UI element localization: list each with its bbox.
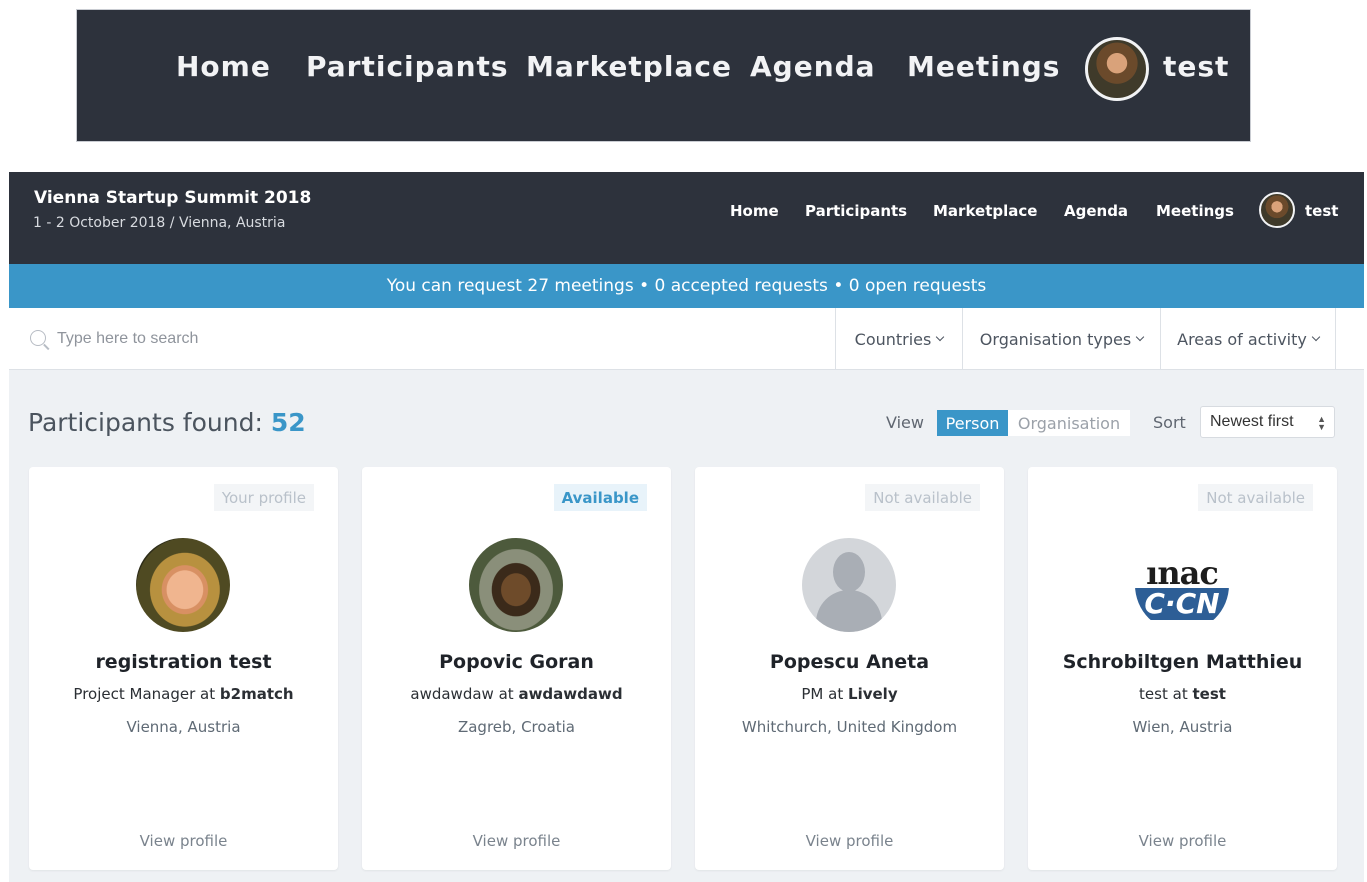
participants-count: Participants found: 52 bbox=[28, 408, 306, 437]
participant-location: Vienna, Austria bbox=[126, 718, 241, 736]
avatar-body bbox=[816, 590, 882, 632]
participant-card[interactable]: Available Popovic Goran awdawdaw at awda… bbox=[362, 467, 671, 870]
countries-filter-label: Countries bbox=[854, 329, 932, 349]
avatar-head bbox=[833, 552, 865, 592]
participant-position: test bbox=[1139, 685, 1168, 703]
participant-position: awdawdaw bbox=[410, 685, 494, 703]
participant-role: PM at Lively bbox=[695, 685, 1004, 703]
zoom-nav-agenda[interactable]: Agenda bbox=[750, 50, 876, 83]
meeting-quota-bar: You can request 27 meetings • 0 accepted… bbox=[9, 264, 1364, 308]
participant-role: test at test bbox=[1028, 685, 1337, 703]
status-badge: Available bbox=[553, 484, 647, 511]
status-badge: Your profile bbox=[213, 484, 314, 511]
participant-location: Whitchurch, United Kingdom bbox=[741, 718, 958, 736]
status-badge: Not available bbox=[1198, 484, 1313, 511]
nav-marketplace[interactable]: Marketplace bbox=[933, 202, 1037, 220]
participant-name[interactable]: Popovic Goran bbox=[362, 651, 671, 673]
participant-role: awdawdaw at awdawdawd bbox=[362, 685, 671, 703]
participant-name[interactable]: registration test bbox=[29, 651, 338, 673]
participants-found-label: Participants found: bbox=[28, 408, 263, 437]
sort-select[interactable]: Newest first ▲ ▼ bbox=[1200, 406, 1335, 438]
event-subtitle: 1 - 2 October 2018 / Vienna, Austria bbox=[33, 215, 286, 231]
countries-filter[interactable]: Countries bbox=[835, 308, 962, 370]
search-input[interactable] bbox=[55, 323, 815, 355]
profile-photo[interactable] bbox=[136, 538, 230, 632]
participant-name[interactable]: Schrobiltgen Matthieu bbox=[1028, 651, 1337, 673]
participant-position: PM bbox=[801, 685, 824, 703]
participant-card[interactable]: Not available Popescu Aneta PM at Lively… bbox=[695, 467, 1004, 870]
meeting-quota-text: You can request 27 meetings • 0 accepted… bbox=[386, 276, 987, 296]
view-label: View bbox=[886, 413, 924, 432]
participant-role: Project Manager at b2match bbox=[29, 685, 338, 703]
role-at: at bbox=[200, 685, 216, 703]
zoom-user-name[interactable]: test bbox=[1163, 50, 1229, 83]
zoom-nav-home[interactable]: Home bbox=[176, 50, 271, 83]
participant-location: Wien, Austria bbox=[1132, 718, 1233, 736]
sort-label: Sort bbox=[1153, 413, 1186, 432]
company-logo[interactable]: ınac C·CN bbox=[1135, 538, 1229, 632]
areas-filter[interactable]: Areas of activity bbox=[1160, 308, 1336, 370]
participant-company: test bbox=[1192, 685, 1226, 703]
filter-bar: Countries Organisation types Areas of ac… bbox=[9, 308, 1364, 370]
participant-position: Project Manager bbox=[73, 685, 196, 703]
zoom-user-avatar[interactable] bbox=[1085, 37, 1149, 101]
org-types-filter-label: Organisation types bbox=[979, 329, 1132, 349]
user-name[interactable]: test bbox=[1305, 202, 1338, 220]
areas-filter-label: Areas of activity bbox=[1177, 329, 1307, 349]
default-avatar-icon[interactable] bbox=[802, 538, 896, 632]
nav-meetings[interactable]: Meetings bbox=[1156, 202, 1234, 220]
user-avatar[interactable] bbox=[1259, 192, 1295, 228]
chevron-down-icon bbox=[936, 332, 945, 342]
zoom-nav-meetings[interactable]: Meetings bbox=[907, 50, 1060, 83]
view-organisation-toggle[interactable]: Organisation bbox=[1008, 410, 1130, 436]
status-badge: Not available bbox=[865, 484, 980, 511]
nav-participants[interactable]: Participants bbox=[805, 202, 907, 220]
role-at: at bbox=[828, 685, 844, 703]
participant-company: b2match bbox=[219, 685, 294, 703]
sort-select-value: Newest first bbox=[1210, 413, 1294, 430]
org-types-filter[interactable]: Organisation types bbox=[962, 308, 1160, 370]
participant-card[interactable]: Not available ınac C·CN Schrobiltgen Mat… bbox=[1028, 467, 1337, 870]
view-person-toggle[interactable]: Person bbox=[937, 410, 1008, 436]
participant-card[interactable]: Your profile registration test Project M… bbox=[29, 467, 338, 870]
view-profile-link[interactable]: View profile bbox=[1028, 832, 1337, 850]
chevron-down-icon bbox=[1135, 332, 1145, 342]
participant-location: Zagreb, Croatia bbox=[457, 718, 576, 736]
profile-photo[interactable] bbox=[469, 538, 563, 632]
zoomed-nav-bar: Home Participants Marketplace Agenda Mee… bbox=[76, 9, 1251, 142]
participants-found-count: 52 bbox=[270, 408, 306, 437]
nav-home[interactable]: Home bbox=[730, 202, 779, 220]
zoom-nav-participants[interactable]: Participants bbox=[306, 50, 509, 83]
view-profile-link[interactable]: View profile bbox=[695, 832, 1004, 850]
chevron-down-icon bbox=[1311, 332, 1321, 342]
view-profile-link[interactable]: View profile bbox=[29, 832, 338, 850]
event-title[interactable]: Vienna Startup Summit 2018 bbox=[34, 188, 311, 208]
select-arrows-icon: ▲ ▼ bbox=[1317, 414, 1326, 432]
participant-name[interactable]: Popescu Aneta bbox=[695, 651, 1004, 673]
role-at: at bbox=[1172, 685, 1188, 703]
logo-band-text: C·CN bbox=[1135, 588, 1229, 620]
top-bar: Vienna Startup Summit 2018 1 - 2 October… bbox=[9, 172, 1364, 264]
participant-company: Lively bbox=[848, 685, 898, 703]
app-window: Vienna Startup Summit 2018 1 - 2 October… bbox=[9, 172, 1364, 882]
role-at: at bbox=[498, 685, 514, 703]
participant-company: awdawdawd bbox=[518, 685, 623, 703]
view-profile-link[interactable]: View profile bbox=[362, 832, 671, 850]
search-icon bbox=[30, 330, 46, 346]
zoom-nav-marketplace[interactable]: Marketplace bbox=[526, 50, 732, 83]
nav-agenda[interactable]: Agenda bbox=[1064, 202, 1128, 220]
